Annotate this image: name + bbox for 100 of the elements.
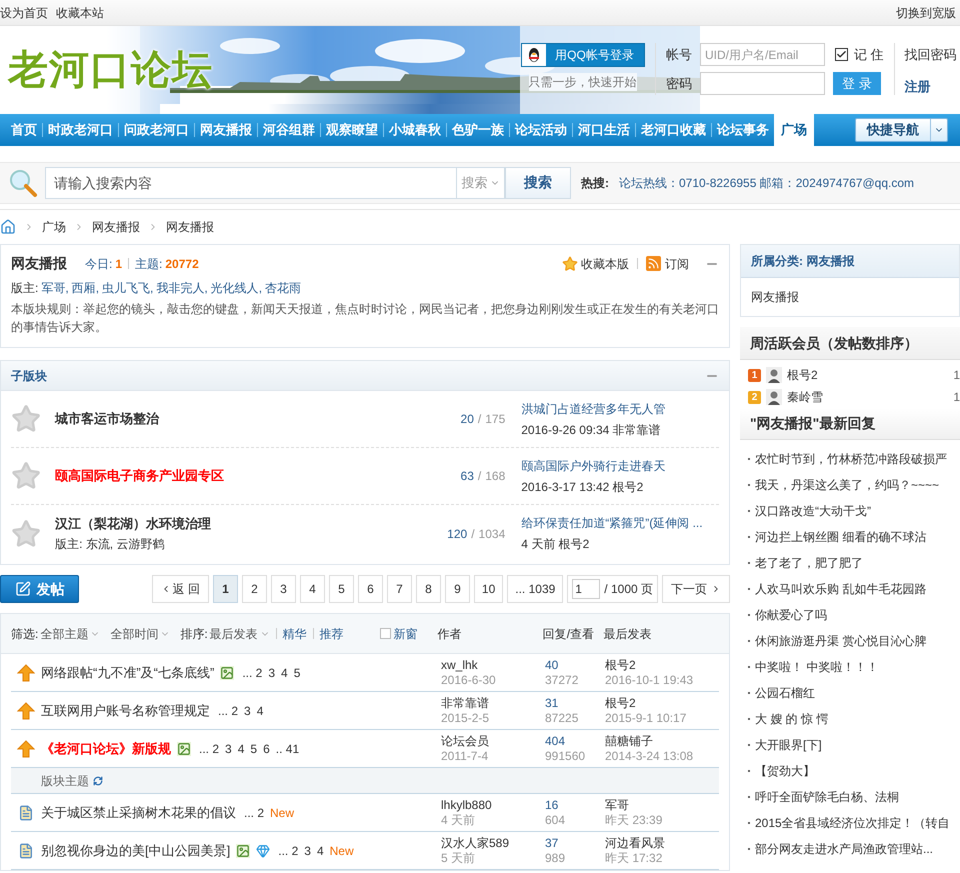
subboard-name[interactable]: 汉江（梨花湖）水环境治理 [55,514,394,534]
page-link[interactable]: 6 [263,740,270,758]
thread-title[interactable]: 关于城区禁止采摘树木花果的倡议 [41,802,236,822]
password-field[interactable] [700,72,825,95]
moderator-link[interactable]: 虫儿飞飞, [102,279,154,297]
member-name[interactable]: 根号2 [787,366,954,384]
thread-title[interactable]: 网络跟帖“九不准”及“七条底线” [41,662,214,682]
thread-title[interactable]: 别忽视你身边的美[中山公园美景] [41,840,230,860]
latest-reply-link[interactable]: 你献爱心了吗 [755,606,827,624]
latest-reply-link[interactable]: 人欢马叫欢乐购 乱如牛毛花园路 [755,580,926,598]
page-link[interactable]: 5 [250,740,258,758]
page-link[interactable]: 3 [268,664,276,682]
latest-reply-link[interactable]: 农忙时节到，竹林桥范冲路段破损严 [755,450,947,468]
page-link[interactable]: 3 [225,740,232,758]
subscribe-link[interactable]: 订阅 [665,254,689,272]
prev-page-button[interactable]: 返 回 [152,575,209,603]
page-link[interactable]: ... 2 [278,842,298,860]
moderator-link[interactable]: 杏花雨 [265,279,302,297]
home-icon[interactable] [0,219,16,235]
subboard-last-post[interactable]: 给环保责任加道“紧箍咒”(延伸阅 ... [521,514,719,532]
page-link[interactable]: 4 [281,664,288,682]
digest-link[interactable]: 精华 [282,624,307,642]
latest-reply-link[interactable]: 【贺劲大】 [755,762,815,780]
reply-count[interactable]: 404 [545,734,605,748]
thread-title[interactable]: 互联网用户账号名称管理规定 [41,700,210,720]
last-poster[interactable]: 根号2 [605,696,686,710]
latest-reply-link[interactable]: 汉口路改造“大动干戈” [755,502,871,520]
reply-count[interactable]: 40 [545,658,605,672]
page-button[interactable]: 2 [242,575,267,603]
moderator-link[interactable]: 我非完人, [156,279,208,297]
thread-author[interactable]: 汉水人家589 [441,836,545,850]
last-poster[interactable]: 军哥 [605,798,662,812]
account-field[interactable]: UID/用户名/Email [700,43,825,66]
page-button[interactable]: 3 [270,575,296,603]
latest-reply-link[interactable]: 老了老了，肥了肥了 [755,554,863,572]
latest-reply-link[interactable]: 公园石榴红 [755,684,815,702]
latest-reply-link[interactable]: 呼吁全面铲除毛白杨、法桐 [755,788,899,806]
page-link[interactable]: 3 [304,842,311,860]
breadcrumb-link[interactable]: 网友播报 [166,218,214,236]
breadcrumb-link[interactable]: 网友播报 [92,218,140,236]
latest-reply-link[interactable]: 中奖啦！ 中奖啦！！！ [755,658,878,676]
moderator-link[interactable]: 光化线人, [210,279,262,297]
thread-author[interactable]: xw_lhk [441,658,545,672]
subboard-last-post[interactable]: 颐高国际户外骑行走进春天 [521,456,719,474]
nav-tab[interactable]: 广场 [774,114,814,146]
page-link[interactable]: 4 [238,740,244,758]
refresh-icon[interactable] [93,776,103,786]
latest-reply-link[interactable]: 我天，丹渠这么美了，约吗？~~~~ [755,476,940,494]
thread-author[interactable]: 非常靠谱 [441,696,545,710]
thread-title[interactable]: 《老河口论坛》新版规 [41,738,171,758]
page-button[interactable]: ... 1039 [507,575,564,603]
reply-count[interactable]: 31 [545,696,605,710]
new-post-button[interactable]: 发帖 [0,575,79,603]
page-link[interactable]: .. 41 [276,740,300,758]
last-poster[interactable]: 根号2 [605,658,694,672]
page-link[interactable]: 4 [256,702,264,720]
latest-reply-link[interactable]: 河边拦上钢丝圈 细看的确不球沾 [755,528,926,546]
quick-nav-button[interactable]: 快捷导航 [855,118,948,142]
page-button[interactable]: 6 [358,575,383,603]
switch-width-link[interactable]: 切换到宽版 [896,4,960,22]
thread-author[interactable]: 论坛会员 [441,734,545,748]
category-link[interactable]: 网友播报 [751,288,799,306]
latest-reply-link[interactable]: 休闲旅游逛丹渠 赏心悦目沁心脾 [755,632,926,650]
page-button[interactable]: 7 [386,575,412,603]
page-link[interactable]: ... 2 [242,664,262,682]
page-link[interactable]: ... 2 [199,740,220,758]
page-link[interactable]: ... 2 [244,804,264,822]
subboard-last-post[interactable]: 洪城门占道经营多年无人管 [521,400,719,418]
member-name[interactable]: 秦岭雪 [787,388,954,406]
page-link[interactable]: ... 2 [218,702,238,720]
page-link[interactable]: 4 [316,842,324,860]
qq-login-button[interactable]: 用QQ帐号登录 [520,43,644,67]
last-poster[interactable]: 囍糖铺子 [605,734,694,748]
filter-type-dropdown[interactable]: 全部主题 [40,624,100,642]
page-button[interactable]: 8 [416,575,441,603]
page-button[interactable]: 4 [300,575,325,603]
latest-reply-link[interactable]: 部分网友走进水产局渔政管理站... [755,840,934,858]
sort-dropdown[interactable]: 最后发表 [210,624,270,642]
page-button[interactable]: 10 [474,575,504,603]
last-poster[interactable]: 河边看风景 [605,836,665,850]
page-button[interactable]: 1 [212,575,238,603]
next-page-button[interactable]: 下一页 [662,575,730,603]
remember-checkbox[interactable] [835,48,848,61]
page-field[interactable]: 1 [572,579,600,599]
moderator-link[interactable]: 军哥, [41,279,69,297]
thread-author[interactable]: lhkylb880 [441,798,545,812]
hot-search-link[interactable]: 论坛热线：0710-8226955 邮箱：2024974767@qq.com [619,174,914,192]
top-link[interactable]: 设为首页 [0,4,48,22]
subboard-name[interactable]: 颐高国际电子商务产业园专区 [55,466,394,486]
new-window-checkbox[interactable] [380,628,391,639]
filter-time-dropdown[interactable]: 全部时间 [110,624,170,642]
page-link[interactable]: 5 [294,664,300,682]
latest-reply-link[interactable]: 大 嫂 的 惊 愕 [755,710,828,728]
moderator-link[interactable]: 西厢, [72,279,100,297]
page-button[interactable]: 5 [328,575,354,603]
top-link[interactable]: 收藏本站 [56,4,104,22]
register-link[interactable]: 注册 [904,76,957,96]
page-link[interactable]: 3 [244,702,251,720]
reply-count[interactable]: 16 [545,798,605,812]
recover-password-link[interactable]: 找回密码 [904,45,957,64]
